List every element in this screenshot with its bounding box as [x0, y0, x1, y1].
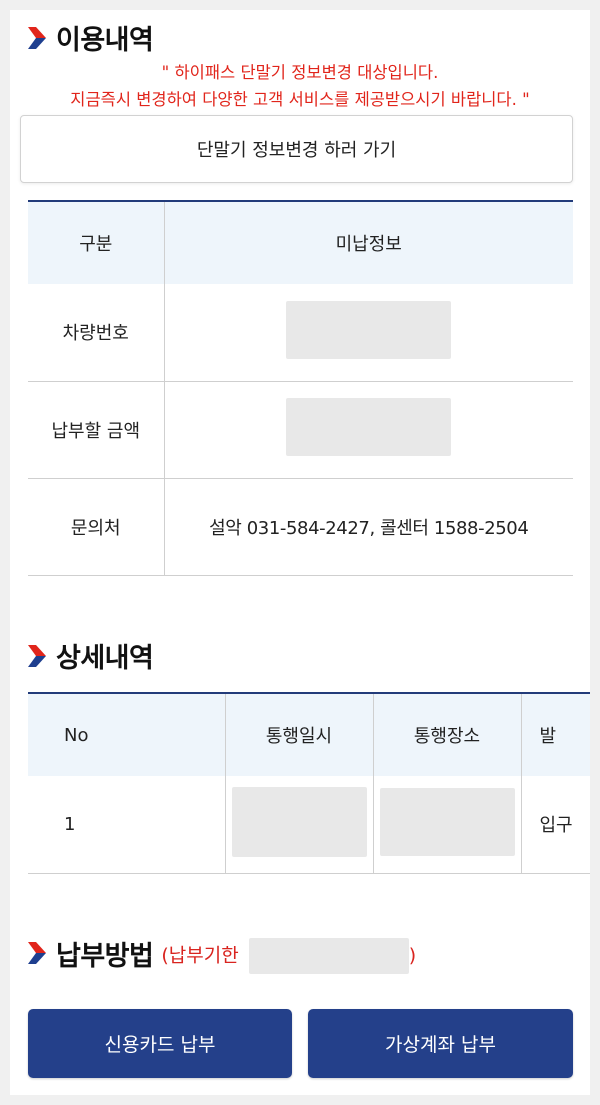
usage-section-header: 이용내역 [28, 18, 154, 57]
row-number: 1 [28, 776, 226, 874]
credit-card-pay-button[interactable]: 신용카드 납부 [28, 1009, 292, 1078]
place-cell [373, 776, 522, 874]
masked-amount [286, 398, 452, 456]
notice-line-2: 지금즉시 변경하여 다양한 고객 서비스를 제공받으시기 바랍니다. " [70, 90, 530, 109]
row-label: 납부할 금액 [28, 381, 165, 479]
extra-cell: 입구 [521, 776, 590, 874]
masked-vehicle-number [286, 300, 452, 359]
table-row: 1 입구 [28, 776, 590, 874]
table-row-amount: 납부할 금액 [28, 381, 573, 479]
column-header-extra: 발 [521, 693, 590, 776]
row-label: 문의처 [28, 478, 165, 576]
row-label: 차량번호 [28, 284, 165, 382]
payment-deadline: (납부기한 ) [161, 938, 416, 974]
column-header-category: 구분 [28, 201, 165, 284]
amount-cell [164, 381, 573, 479]
chevron-right-icon [28, 26, 46, 49]
deadline-suffix: ) [408, 944, 417, 967]
unpaid-info-table: 구분 미납정보 차량번호 납부할 금액 문의처 설악 031-584-2427,… [28, 200, 573, 576]
vehicle-number-cell [164, 284, 573, 382]
payment-section-header: 납부방법 (납부기한 ) [28, 932, 416, 974]
detail-table: No 통행일시 통행장소 발 1 입구 [28, 692, 590, 874]
notice-line-1: " 하이패스 단말기 정보변경 대상입니다. [161, 63, 439, 82]
masked-place [379, 787, 515, 856]
column-header-no: No [28, 693, 226, 776]
usage-title: 이용내역 [56, 25, 154, 56]
table-row-vehicle-number: 차량번호 [28, 284, 573, 382]
table-row-contact: 문의처 설악 031-584-2427, 콜센터 1588-2504 [28, 478, 573, 576]
column-header-unpaid-info: 미납정보 [164, 201, 573, 284]
column-header-datetime: 통행일시 [225, 693, 374, 776]
table-header-row: No 통행일시 통행장소 발 [28, 693, 590, 776]
table-header-row: 구분 미납정보 [28, 201, 573, 284]
payment-title: 납부방법 [56, 940, 154, 972]
deadline-prefix: (납부기한 [161, 944, 239, 967]
contact-value: 설악 031-584-2427, 콜센터 1588-2504 [164, 478, 573, 576]
change-device-button[interactable]: 단말기 정보변경 하러 가기 [20, 115, 573, 183]
datetime-cell [225, 776, 374, 874]
chevron-right-icon [28, 942, 46, 964]
chevron-right-icon [28, 644, 46, 667]
virtual-account-pay-button[interactable]: 가상계좌 납부 [308, 1009, 573, 1078]
detail-title: 상세내역 [56, 643, 154, 674]
column-header-place: 통행장소 [373, 693, 522, 776]
detail-section-header: 상세내역 [28, 636, 154, 675]
masked-deadline [248, 938, 409, 974]
masked-datetime [231, 786, 367, 857]
page: 이용내역 " 하이패스 단말기 정보변경 대상입니다. 지금즉시 변경하여 다양… [10, 10, 590, 1095]
